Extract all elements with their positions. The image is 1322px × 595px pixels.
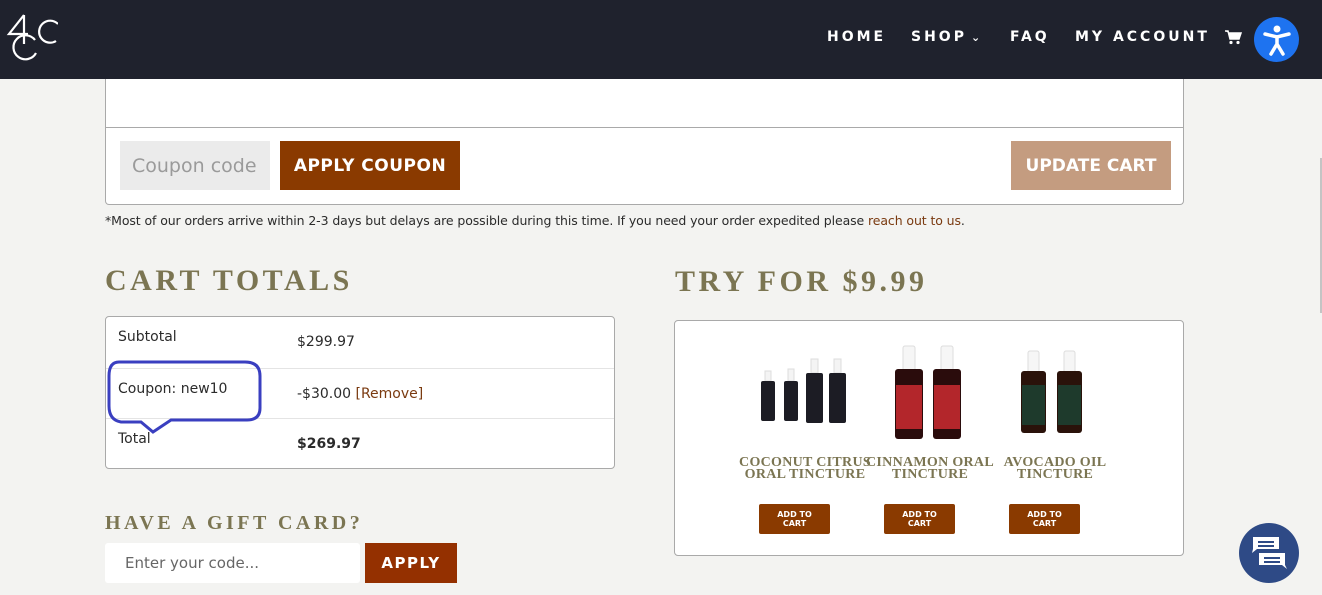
product-name[interactable]: CINNAMON ORAL TINCTURE bbox=[860, 456, 1000, 482]
nav-faq[interactable]: FAQ bbox=[1010, 29, 1050, 45]
totals-row-subtotal: Subtotal $299.97 bbox=[106, 317, 614, 367]
chat-button[interactable] bbox=[1239, 523, 1299, 583]
accessibility-icon bbox=[1262, 25, 1291, 56]
coupon-value: -$30.00 [Remove] bbox=[297, 386, 423, 402]
totals-row-total: Total $269.97 bbox=[106, 418, 614, 469]
nav-shop-label: SHOP bbox=[911, 29, 967, 45]
totals-row-coupon: Coupon: new10 -$30.00 [Remove] bbox=[106, 368, 614, 419]
subtotal-label: Subtotal bbox=[118, 329, 177, 345]
notice-text: *Most of our orders arrive within 2-3 da… bbox=[105, 213, 869, 228]
nav-home[interactable]: HOME bbox=[827, 29, 886, 45]
total-value: $269.97 bbox=[297, 436, 361, 452]
notice-suffix: . bbox=[960, 213, 965, 228]
apply-coupon-button[interactable]: APPLY COUPON bbox=[280, 141, 460, 190]
upsell-title: TRY FOR $9.99 bbox=[675, 265, 928, 298]
remove-coupon-link[interactable]: [Remove] bbox=[356, 386, 424, 402]
update-cart-button[interactable]: UPDATE CART bbox=[1011, 141, 1171, 190]
divider bbox=[106, 127, 1183, 128]
cart-actions-box: APPLY COUPON UPDATE CART bbox=[105, 60, 1184, 205]
product-image[interactable] bbox=[990, 341, 1120, 441]
reach-out-link[interactable]: reach out to us bbox=[868, 213, 961, 228]
gift-card-title: HAVE A GIFT CARD? bbox=[105, 512, 364, 534]
nav-my-account[interactable]: MY ACCOUNT bbox=[1075, 29, 1210, 45]
shipping-notice: *Most of our orders arrive within 2-3 da… bbox=[105, 213, 965, 228]
coupon-discount: -$30.00 bbox=[297, 386, 352, 402]
product-name[interactable]: COCONUT CITRUS ORAL TINCTURE bbox=[735, 456, 875, 482]
upsell-panel: COCONUT CITRUS ORAL TINCTURE ADD TO CART… bbox=[674, 320, 1184, 556]
coupon-label: Coupon: new10 bbox=[118, 381, 228, 397]
add-to-cart-button[interactable]: ADD TO CART bbox=[1009, 504, 1080, 534]
product-image[interactable] bbox=[740, 341, 870, 441]
cart-totals-table: Subtotal $299.97 Coupon: new10 -$30.00 [… bbox=[105, 316, 615, 469]
gift-card-apply-button[interactable]: APPLY bbox=[365, 543, 457, 583]
cart-totals-title: CART TOTALS bbox=[105, 264, 353, 297]
chat-icon bbox=[1252, 537, 1287, 569]
total-label: Total bbox=[118, 431, 151, 447]
chevron-down-icon: ⌄ bbox=[970, 31, 981, 44]
add-to-cart-button[interactable]: ADD TO CART bbox=[884, 504, 955, 534]
add-to-cart-button[interactable]: ADD TO CART bbox=[759, 504, 830, 534]
product-image[interactable] bbox=[865, 341, 995, 441]
cart-icon[interactable] bbox=[1224, 29, 1242, 45]
product-name[interactable]: AVOCADO OIL TINCTURE bbox=[985, 456, 1125, 482]
accessibility-button[interactable] bbox=[1254, 17, 1299, 62]
nav-shop[interactable]: SHOP ⌄ bbox=[911, 29, 980, 45]
subtotal-value: $299.97 bbox=[297, 334, 355, 350]
logo-4c-icon[interactable] bbox=[6, 12, 58, 64]
site-header: HOME SHOP ⌄ FAQ MY ACCOUNT bbox=[0, 0, 1322, 79]
gift-card-input[interactable] bbox=[105, 543, 360, 583]
coupon-code-input[interactable] bbox=[120, 141, 270, 190]
